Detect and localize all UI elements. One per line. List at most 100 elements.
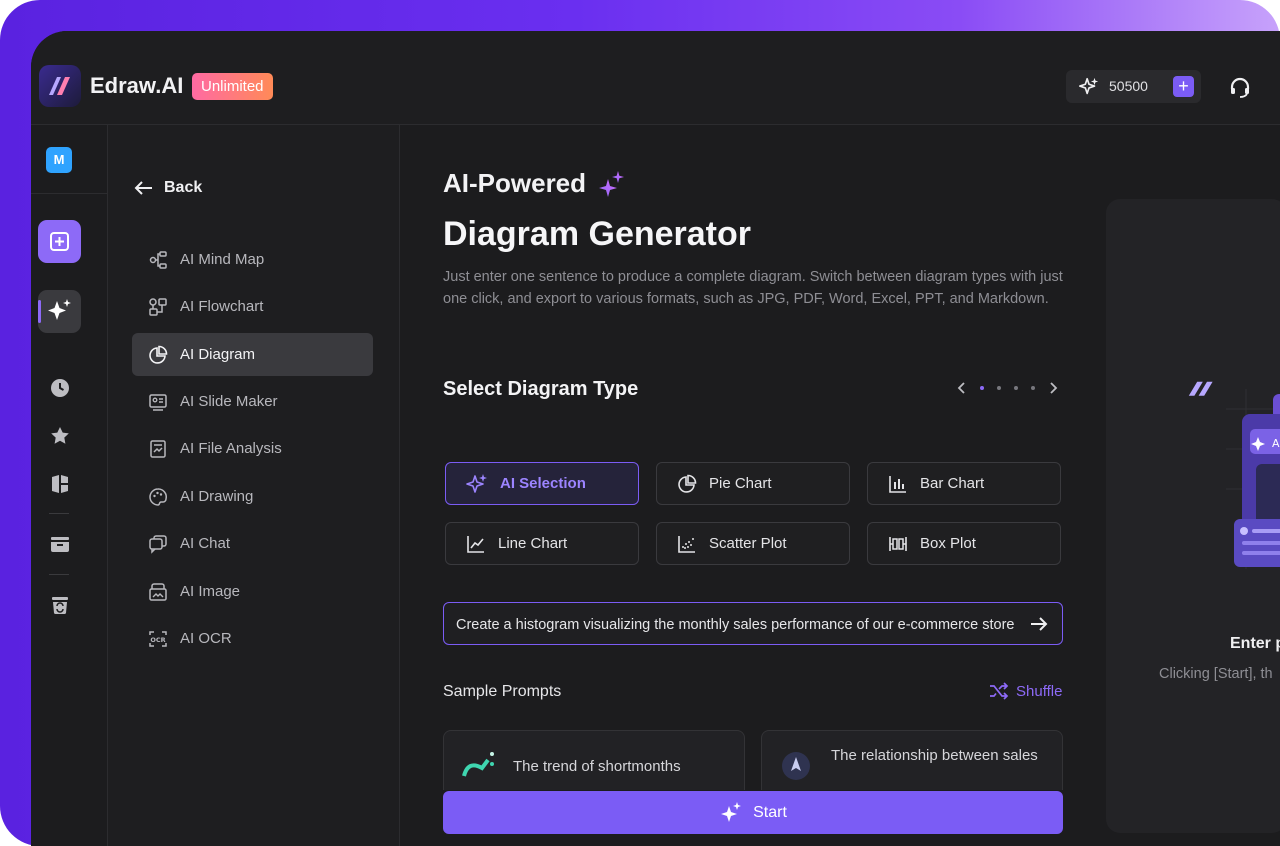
active-indicator [38,300,41,323]
diagram-type-label: AI Selection [500,475,586,492]
sidebar-item-label: AI Flowchart [180,298,264,315]
chevron-left-icon[interactable] [957,381,967,395]
rail-divider [49,574,69,575]
prompt-input[interactable] [454,603,1023,646]
sidebar-item-label: AI Drawing [180,488,254,505]
diagram-type-label: Box Plot [920,535,976,552]
plus-square-icon [50,232,69,251]
add-credits-button[interactable]: + [1173,76,1194,97]
sidebar-item-ai-drawing[interactable]: AI Drawing [132,475,373,518]
sidebar-item-ai-slide-maker[interactable]: AI Slide Maker [132,380,373,423]
diagram-type-label: Pie Chart [709,475,772,492]
preview-panel: A Enter p Clicking [Start], th [1106,199,1280,833]
scatter-plot-icon [678,535,695,553]
diagram-type-box-plot[interactable]: Box Plot [867,522,1061,565]
headset-support-icon[interactable] [1228,75,1252,104]
diagram-type-label: Line Chart [498,535,568,552]
plan-badge[interactable]: Unlimited [192,73,273,100]
avatar[interactable]: M [46,147,72,173]
credits-widget[interactable]: 50500 + [1066,70,1201,103]
sidebar-item-ai-diagram[interactable]: AI Diagram [132,333,373,376]
shuffle-icon [990,682,1009,700]
app-name: Edraw.AI [90,73,184,98]
shuffle-button[interactable]: Shuffle [988,682,1062,700]
favorites-star-icon[interactable] [49,425,71,447]
pie-chart-icon [149,345,168,364]
line-chart-icon [467,535,484,553]
slide-icon [149,393,167,411]
sidebar-item-label: AI Slide Maker [180,393,278,410]
send-arrow-icon[interactable] [1029,614,1049,639]
folder-icon[interactable] [49,533,71,555]
edraw-logo-icon [39,65,81,107]
shuffle-label: Shuffle [1016,682,1063,700]
sparkle-icon [599,170,625,197]
select-diagram-type-heading: Select Diagram Type [443,378,639,400]
diagram-type-ai-selection[interactable]: AI Selection [445,462,639,505]
file-analysis-icon [150,439,166,458]
svg-text:A: A [1272,437,1280,450]
sidebar-item-label: AI Diagram [180,346,256,363]
start-button[interactable]: Start [443,791,1063,834]
preview-illustration: A [1186,369,1280,604]
sidebar-item-label: AI OCR [180,630,232,647]
templates-icon[interactable] [49,473,71,495]
flowchart-icon [149,297,167,316]
rail-divider [49,513,69,514]
prompt-box [443,602,1063,646]
sidebar-item-label: AI Chat [180,535,231,552]
sample-compass-icon [780,750,812,787]
sidebar-item-ai-file-analysis[interactable]: AI File Analysis [132,427,373,470]
preview-heading: Enter p [1230,635,1280,652]
sidebar-item-ai-ocr[interactable]: OCR AI OCR [132,617,373,660]
rail-divider [31,193,107,194]
new-file-button[interactable] [38,220,81,263]
start-label: Start [753,803,787,821]
palette-icon [149,487,167,506]
top-bar: Edraw.AI Unlimited 50500 + [31,31,1280,125]
sidebar-item-label: AI Image [180,583,241,600]
app-window: Edraw.AI Unlimited 50500 + M Back AI Min… [31,31,1280,846]
recycle-bin-icon[interactable] [49,594,71,616]
sidebar-item-ai-chat[interactable]: AI Chat [132,522,373,565]
image-icon [149,582,167,601]
pager-dot[interactable] [997,386,1001,390]
page-title: Diagram Generator [443,215,751,253]
sample-prompts-heading: Sample Prompts [443,683,562,700]
recent-clock-icon[interactable] [49,377,71,399]
box-plot-icon [889,536,907,551]
diagram-type-label: Scatter Plot [709,535,787,552]
diagram-type-scatter-plot[interactable]: Scatter Plot [656,522,850,565]
main-content: AI-Powered Diagram Generator Just enter … [400,125,1280,846]
sidebar-item-ai-flowchart[interactable]: AI Flowchart [132,285,373,328]
heading-ai-powered: AI-Powered [443,168,626,199]
diagram-type-bar-chart[interactable]: Bar Chart [867,462,1061,505]
sparkle-icon [1078,76,1100,103]
back-label: Back [164,179,203,196]
sidebar-item-ai-image[interactable]: AI Image [132,570,373,613]
left-rail: M [31,125,108,846]
ai-tools-button[interactable] [38,290,81,333]
diagram-type-pie-chart[interactable]: Pie Chart [656,462,850,505]
sidebar-item-label: AI Mind Map [180,251,265,268]
ai-tools-panel: Back AI Mind Map AI Flowchart AI Diagram… [108,125,400,846]
sample-prompt-card[interactable]: The trend of shortmonths [443,730,745,790]
pager-dot[interactable] [1014,386,1018,390]
pager-dot[interactable] [1031,386,1035,390]
svg-text:OCR: OCR [150,636,165,644]
diagram-type-pager [957,381,1058,395]
pie-chart-icon [678,474,697,493]
sparkle-icon [721,801,742,822]
pager-dot[interactable] [980,386,984,390]
sample-prompt-card[interactable]: The relationship between sales [761,730,1063,790]
chevron-right-icon[interactable] [1048,381,1058,395]
page-description: Just enter one sentence to produce a com… [443,269,1063,307]
sample-chart-icon [462,750,502,785]
back-button[interactable]: Back [134,177,202,199]
bar-chart-icon [889,475,906,493]
sidebar-item-ai-mind-map[interactable]: AI Mind Map [132,238,373,281]
mind-map-icon [149,250,167,269]
sparkle-icon [48,299,71,320]
sparkle-icon [466,473,487,493]
diagram-type-line-chart[interactable]: Line Chart [445,522,639,565]
